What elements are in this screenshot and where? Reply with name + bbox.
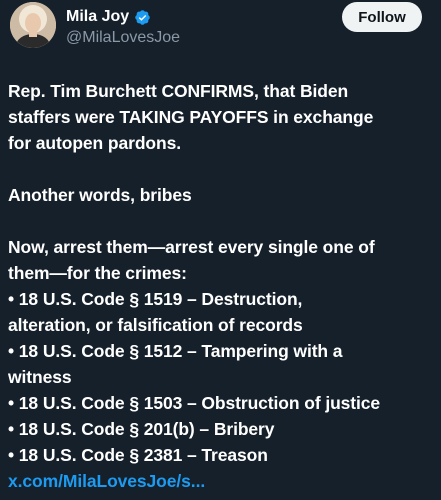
tweet-link[interactable]: x.com/MilaLovesJoe/s... — [8, 471, 205, 491]
tweet-line: Another words, bribes — [8, 185, 192, 205]
name-row: Mila Joy — [66, 7, 151, 27]
user-handle[interactable]: @MilaLovesJoe — [66, 29, 180, 47]
tweet-text: Rep. Tim Burchett CONFIRMS, that Biden s… — [8, 78, 433, 494]
tweet-line: for autopen pardons. — [8, 133, 182, 153]
avatar[interactable] — [10, 2, 56, 48]
verified-badge-icon — [134, 9, 151, 26]
bullet-line: • 18 U.S. Code § 201(b) – Bribery — [8, 419, 275, 439]
tweet-line: them—for the crimes: — [8, 263, 187, 283]
bullet-line: alteration, or falsification of records — [8, 315, 303, 335]
tweet-card: Mila Joy @MilaLovesJoe Follow Rep. Tim B… — [0, 0, 441, 500]
tweet-header: Mila Joy @MilaLovesJoe Follow — [10, 2, 430, 50]
display-name[interactable]: Mila Joy — [66, 7, 129, 27]
avatar-image — [10, 2, 56, 48]
tweet-line: Now, arrest them—arrest every single one… — [8, 237, 375, 257]
tweet-line: Rep. Tim Burchett CONFIRMS, that Biden — [8, 81, 349, 101]
bullet-line: • 18 U.S. Code § 1503 – Obstruction of j… — [8, 393, 381, 413]
bullet-line: witness — [8, 367, 72, 387]
bullet-line: • 18 U.S. Code § 1519 – Destruction, — [8, 289, 303, 309]
bullet-line: • 18 U.S. Code § 1512 – Tampering with a — [8, 341, 343, 361]
tweet-line: staffers were TAKING PAYOFFS in exchange — [8, 107, 374, 127]
bullet-line: • 18 U.S. Code § 2381 – Treason — [8, 445, 268, 465]
follow-button[interactable]: Follow — [342, 2, 422, 32]
